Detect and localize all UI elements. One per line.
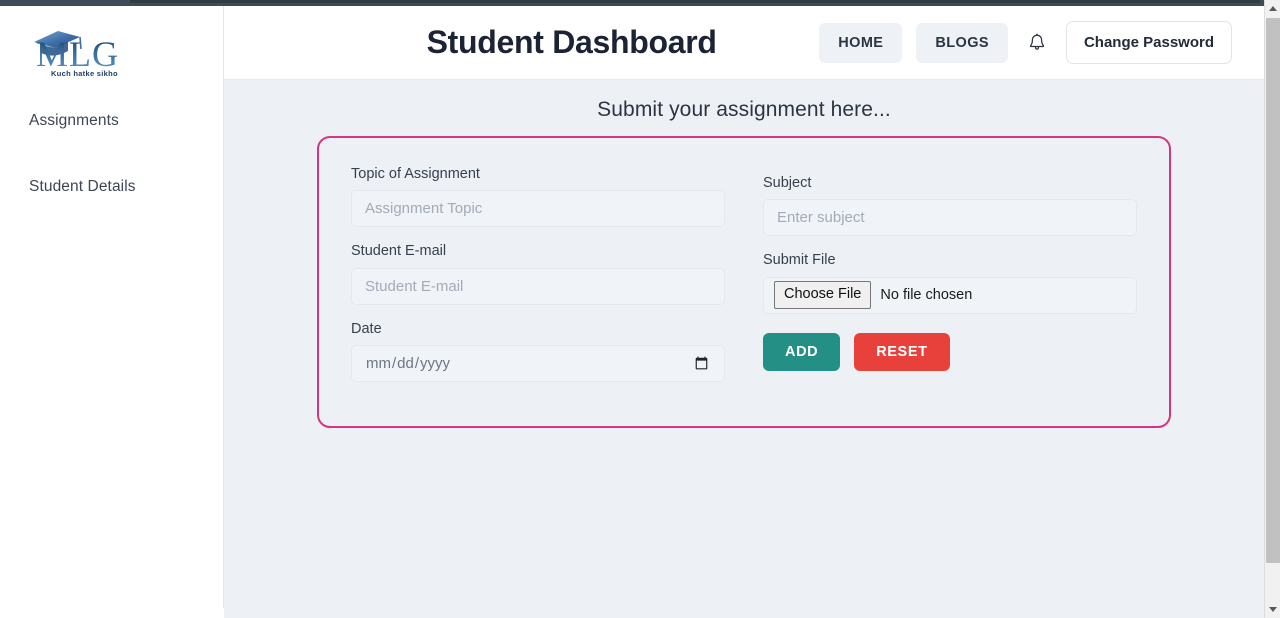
form-grid: Topic of Assignment Student E-mail Date	[351, 164, 1137, 396]
notification-bell-button[interactable]	[1022, 29, 1052, 57]
app-root: MLG Kuch hatke sikho Assignments Student…	[0, 0, 1280, 618]
subject-input[interactable]	[763, 199, 1137, 237]
sidebar-item-label: Student Details	[29, 178, 136, 196]
field-email: Student E-mail	[351, 241, 725, 305]
mlg-logo-icon: MLG Kuch hatke sikho	[34, 31, 119, 78]
right-column: Student Dashboard HOME BLOGS Change Pass…	[224, 6, 1264, 618]
sidebar-logo[interactable]: MLG Kuch hatke sikho	[0, 18, 223, 80]
section-title: Submit your assignment here...	[597, 98, 891, 121]
sidebar-item-label: Assignments	[29, 112, 119, 129]
sidebar-item-assignments[interactable]: Assignments	[0, 102, 223, 140]
page-title: Student Dashboard	[426, 24, 717, 60]
reset-button[interactable]: RESET	[854, 332, 950, 371]
topic-label: Topic of Assignment	[351, 166, 480, 182]
logo-tagline: Kuch hatke sikho	[51, 69, 118, 78]
sidebar-nav: Assignments Student Details	[0, 102, 223, 206]
form-button-row: ADD RESET	[763, 332, 1137, 371]
topic-input[interactable]	[351, 190, 725, 228]
form-left-column: Topic of Assignment Student E-mail Date	[351, 164, 725, 396]
file-input[interactable]: Choose File No file chosen	[763, 276, 1137, 314]
nav-blogs-button[interactable]: BLOGS	[916, 22, 1008, 63]
change-password-button[interactable]: Change Password	[1065, 21, 1232, 64]
file-label: Submit File	[763, 252, 836, 269]
sidebar: MLG Kuch hatke sikho Assignments Student…	[0, 6, 224, 608]
email-label: Student E-mail	[351, 243, 447, 260]
field-date: Date	[351, 319, 725, 382]
date-input[interactable]	[351, 344, 725, 382]
field-subject: Subject	[763, 173, 1137, 237]
field-file: Submit File Choose File No file chosen	[763, 250, 1137, 314]
browser-top-strip-inner	[130, 0, 1260, 3]
date-label: Date	[351, 320, 382, 337]
scrollbar-down-arrow[interactable]	[1265, 601, 1280, 618]
subject-label: Subject	[763, 175, 812, 191]
bell-icon	[1029, 32, 1045, 50]
header-actions: HOME BLOGS Change Password	[819, 21, 1248, 64]
page-layout: MLG Kuch hatke sikho Assignments Student…	[0, 6, 1264, 618]
nav-home-button[interactable]: HOME	[819, 22, 903, 63]
scrollbar-up-arrow[interactable]	[1265, 0, 1280, 17]
form-right-column: Subject Submit File Choose File No file …	[763, 164, 1137, 396]
field-topic: Topic of Assignment	[351, 164, 725, 228]
chevron-up-icon	[1268, 6, 1277, 11]
assignment-form-card: Topic of Assignment Student E-mail Date	[317, 136, 1171, 428]
add-button[interactable]: ADD	[763, 332, 841, 371]
main-content: Submit your assignment here... Topic of …	[224, 80, 1264, 618]
email-input[interactable]	[351, 267, 725, 305]
page-header: Student Dashboard HOME BLOGS Change Pass…	[224, 6, 1264, 80]
scrollbar-thumb[interactable]	[1266, 18, 1280, 563]
vertical-scrollbar[interactable]	[1264, 0, 1280, 618]
file-status-text: No file chosen	[880, 287, 973, 304]
choose-file-button[interactable]: Choose File	[774, 281, 872, 309]
svg-text:MLG: MLG	[36, 34, 119, 74]
sidebar-item-student-details[interactable]: Student Details	[0, 168, 223, 206]
chevron-down-icon	[1268, 607, 1277, 612]
